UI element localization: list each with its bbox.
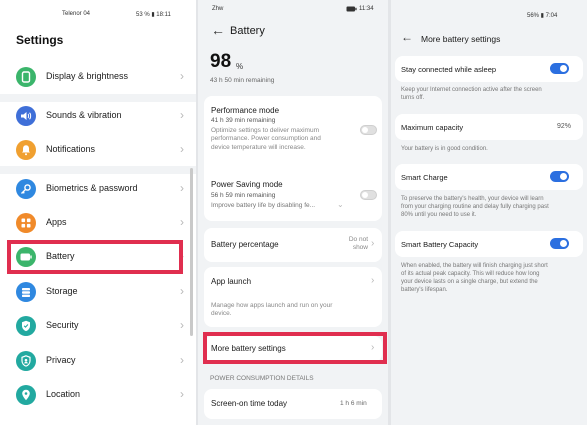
screen-on-time-row[interactable]: Screen-on time today 1 h 6 min: [204, 389, 382, 419]
battery-remaining-time: 43 h 50 min remaining: [210, 77, 275, 84]
status-right: 56% ▮ 7:04: [527, 13, 558, 19]
status-left: Zhw: [212, 6, 224, 12]
settings-item-label: Display & brightness: [46, 71, 129, 81]
smart-battery-capacity-row[interactable]: Smart Battery Capacity: [395, 231, 583, 257]
chevron-right-icon: ›: [180, 387, 184, 401]
power-saving-toggle[interactable]: [360, 190, 377, 200]
performance-mode-desc: Optimize settings to deliver maximum per…: [211, 127, 321, 151]
settings-item-label: Location: [46, 389, 81, 399]
smart-charge-toggle[interactable]: [550, 171, 569, 182]
chevron-right-icon: ›: [371, 238, 375, 249]
stay-connected-desc: Keep your Internet connection active aft…: [401, 87, 542, 101]
page-title: Settings: [16, 33, 64, 47]
section-header: POWER CONSUMPTION DETAILS: [210, 375, 314, 382]
settings-item-biometrics[interactable]: Biometrics & password ›: [0, 173, 196, 207]
chevron-right-icon: ›: [180, 108, 184, 122]
chevron-right-icon: ›: [180, 69, 184, 83]
smart-charge-desc: To preserve the battery's health, your d…: [401, 196, 549, 218]
performance-mode-toggle[interactable]: [360, 125, 377, 135]
stay-connected-label: Stay connected while asleep: [401, 65, 497, 74]
settings-item-display[interactable]: Display & brightness ›: [0, 61, 196, 95]
page-title: Battery: [230, 25, 265, 37]
location-pin-icon: [16, 385, 36, 405]
chevron-right-icon: ›: [180, 318, 184, 332]
smart-charge-row[interactable]: Smart Charge: [395, 164, 583, 190]
status-bar: Zhw 11:34: [198, 0, 388, 22]
settings-item-label: Privacy: [46, 355, 76, 365]
back-arrow-icon[interactable]: ←: [401, 30, 413, 44]
status-right: 53 % ▮ 18:11: [136, 12, 171, 18]
smart-battery-capacity-desc: When enabled, the battery will finish ch…: [401, 263, 548, 293]
power-saving-title: Power Saving mode: [211, 180, 283, 189]
carrier-label: Telenor 04: [62, 11, 91, 17]
performance-mode-remaining: 41 h 39 min remaining: [211, 117, 276, 124]
chevron-down-icon[interactable]: ⌄: [337, 200, 344, 209]
performance-mode-title: Performance mode: [211, 106, 280, 115]
battery-percentage-row[interactable]: Battery percentage Do not show ›: [204, 228, 382, 262]
page-title: More battery settings: [421, 34, 501, 44]
back-arrow-icon[interactable]: ←: [211, 22, 225, 38]
status-bar: 56% ▮ 7:04: [391, 0, 587, 22]
maximum-capacity-desc: Your battery is in good condition.: [401, 146, 488, 152]
display-icon: [16, 67, 36, 87]
battery-highlight-box: [7, 240, 183, 274]
maximum-capacity-label: Maximum capacity: [401, 123, 464, 132]
maximum-capacity-row: Maximum capacity 92%: [395, 114, 583, 140]
chevron-right-icon: ›: [180, 142, 184, 156]
settings-item-label: Notifications: [46, 144, 96, 154]
smart-battery-capacity-toggle[interactable]: [550, 238, 569, 249]
more-battery-settings-panel: 56% ▮ 7:04 ← More battery settings Stay …: [391, 0, 587, 425]
settings-item-sounds[interactable]: Sounds & vibration ›: [0, 100, 196, 134]
settings-item-storage[interactable]: Storage ›: [0, 276, 196, 310]
settings-item-label: Storage: [46, 286, 78, 296]
clock: 11:34: [359, 6, 374, 12]
storage-icon: [16, 282, 36, 302]
smart-battery-capacity-label: Smart Battery Capacity: [401, 240, 479, 249]
battery-percentage-label: Battery percentage: [211, 240, 279, 249]
more-settings-highlight-box: [203, 332, 387, 364]
settings-item-apps[interactable]: Apps ›: [0, 207, 196, 241]
smart-charge-label: Smart Charge: [401, 173, 448, 182]
settings-item-label: Apps: [46, 217, 67, 227]
settings-panel: Telenor 04 53 % ▮ 18:11 Settings Display…: [0, 0, 196, 425]
power-saving-remaining: 56 h 59 min remaining: [211, 192, 276, 199]
app-launch-desc: Manage how apps launch and run on your d…: [211, 302, 333, 318]
bell-icon: [16, 140, 36, 160]
battery-percent-symbol: %: [236, 62, 244, 71]
app-launch-label: App launch: [211, 277, 252, 286]
settings-item-label: Sounds & vibration: [46, 110, 122, 120]
chevron-right-icon: ›: [180, 215, 184, 229]
settings-item-notifications[interactable]: Notifications ›: [0, 134, 196, 168]
settings-item-privacy[interactable]: Privacy ›: [0, 345, 196, 379]
chevron-right-icon: ›: [371, 275, 375, 286]
stay-connected-toggle[interactable]: [550, 63, 569, 74]
settings-item-label: Biometrics & password: [46, 183, 138, 193]
battery-percent-value: 98: [210, 51, 232, 72]
screen-on-time-label: Screen-on time today: [211, 399, 288, 408]
power-saving-desc: Improve battery life by disabling fe...: [211, 202, 316, 209]
settings-item-location[interactable]: Location ›: [0, 379, 196, 413]
settings-item-label: Security: [46, 320, 79, 330]
app-launch-card[interactable]: App launch › Manage how apps launch and …: [204, 267, 382, 327]
apps-grid-icon: [16, 213, 36, 233]
maximum-capacity-value: 92%: [556, 123, 571, 130]
chevron-right-icon: ›: [180, 284, 184, 298]
chevron-right-icon: ›: [180, 353, 184, 367]
key-icon: [16, 179, 36, 199]
settings-item-security[interactable]: Security ›: [0, 310, 196, 344]
stay-connected-row[interactable]: Stay connected while asleep: [395, 56, 583, 82]
privacy-icon: [16, 351, 36, 371]
status-bar: Telenor 04 53 % ▮ 18:11: [0, 0, 196, 22]
speaker-icon: [16, 106, 36, 126]
battery-percentage-value: Do not show: [348, 236, 368, 251]
shield-icon: [16, 316, 36, 336]
chevron-right-icon: ›: [180, 181, 184, 195]
battery-status-icon: [346, 6, 357, 14]
screen-on-time-value: 1 h 6 min: [340, 400, 367, 407]
modes-card: Performance mode 41 h 39 min remaining O…: [204, 96, 382, 221]
scrollbar[interactable]: [190, 168, 193, 336]
